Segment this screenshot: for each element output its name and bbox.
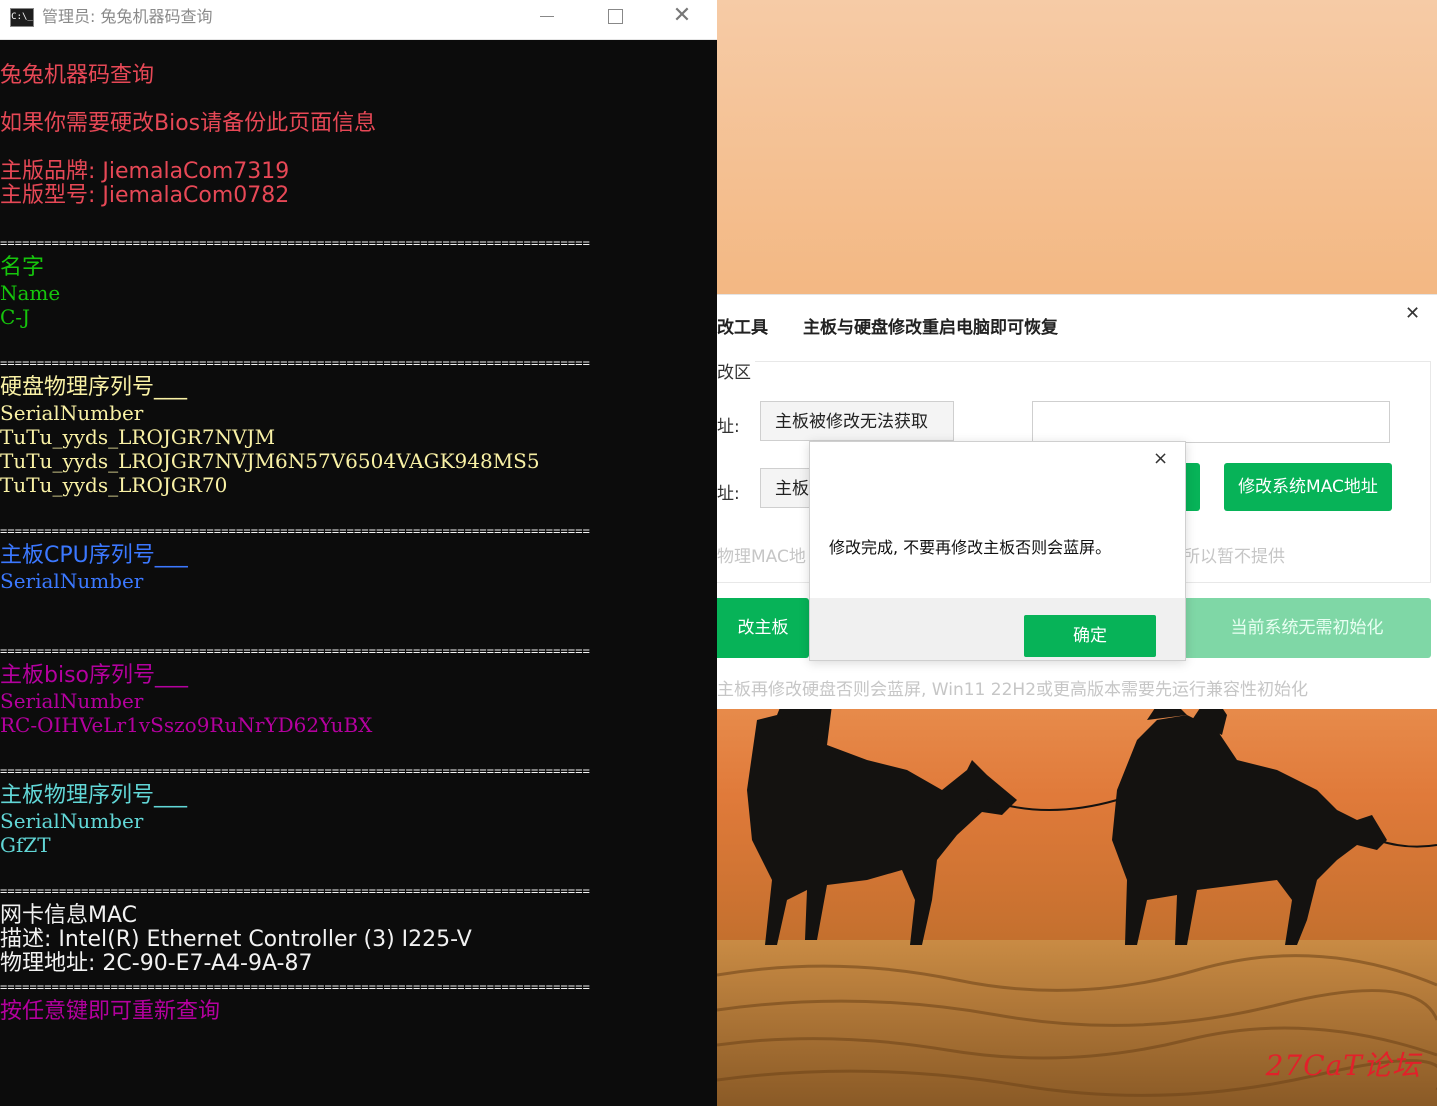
console-line: 主板物理序列号___ <box>0 783 188 808</box>
faint-text-left: 物理MAC地 <box>717 547 806 567</box>
console-window: C:\_ 管理员: 兔兔机器码查询 ✕ 兔兔机器码查询 如果你需要硬改Bios请… <box>0 0 717 1106</box>
console-line: SerialNumber <box>0 569 144 593</box>
console-line: TuTu_yyds_LROJGR7NVJM6N57V6504VAGK948MS5 <box>0 449 540 473</box>
init-button[interactable]: 当前系统无需初始化 <box>1183 598 1431 658</box>
console-line: 网卡信息MAC <box>0 903 138 928</box>
console-line: 主版品牌: JiemalaCom7319 <box>0 159 290 184</box>
ok-button[interactable]: 确定 <box>1024 615 1156 657</box>
console-icon: C:\_ <box>10 8 34 27</box>
dialog-message: 修改完成, 不要再修改主板否则会蓝屏。 <box>829 538 1112 557</box>
window-title: 管理员: 兔兔机器码查询 <box>42 7 213 26</box>
console-line: 硬盘物理序列号___ <box>0 375 188 400</box>
console-line: 物理地址: 2C-90-E7-A4-9A-87 <box>0 951 313 976</box>
console-line: 如果你需要硬改Bios请备份此页面信息 <box>0 111 377 136</box>
separator: ========================================… <box>0 236 590 250</box>
field-label-2: 址: <box>717 484 740 504</box>
faint-text-right: 所以暂不提供 <box>1183 547 1285 567</box>
tool-title: 改工具 <box>717 318 768 338</box>
separator: ========================================… <box>0 980 590 994</box>
close-icon: ✕ <box>672 3 692 28</box>
watermark-logo: 27CaT论坛 <box>1265 1049 1421 1082</box>
close-icon[interactable]: × <box>1153 448 1168 469</box>
console-line: RC-OIHVeLr1vSszo9RuNrYD62YuBX <box>0 713 373 737</box>
console-line: TuTu_yyds_LROJGR70 <box>0 473 228 497</box>
warning-text: 主板再修改硬盘否则会蓝屏, Win11 22H2或更高版本需要先运行兼容性初始化 <box>717 680 1309 700</box>
window-titlebar[interactable]: C:\_ 管理员: 兔兔机器码查询 ✕ <box>0 0 717 40</box>
console-line: 按任意键即可重新查询 <box>0 999 221 1024</box>
console-line: Name <box>0 281 61 305</box>
separator: ========================================… <box>0 884 590 898</box>
console-line: GfZT <box>0 833 51 857</box>
console-line: C-J <box>0 305 31 329</box>
message-dialog: × 修改完成, 不要再修改主板否则会蓝屏。 确定 <box>809 441 1186 661</box>
modify-mac-button[interactable]: 修改系统MAC地址 <box>1224 463 1392 511</box>
dialog-footer: 确定 <box>810 598 1185 660</box>
console-line: 主板CPU序列号___ <box>0 543 188 568</box>
console-line: 主板biso序列号___ <box>0 663 188 688</box>
console-line: 描述: Intel(R) Ethernet Controller (3) I22… <box>0 927 472 952</box>
separator: ========================================… <box>0 524 590 538</box>
console-line: 主版型号: JiemalaCom0782 <box>0 183 290 208</box>
close-button[interactable]: ✕ <box>648 0 716 32</box>
field-label-1: 址: <box>717 417 740 437</box>
separator: ========================================… <box>0 764 590 778</box>
console-line: SerialNumber <box>0 401 144 425</box>
separator: ========================================… <box>0 356 590 370</box>
close-icon[interactable]: ✕ <box>1405 303 1420 324</box>
console-line: SerialNumber <box>0 689 144 713</box>
separator: ========================================… <box>0 644 590 658</box>
minimize-button[interactable] <box>512 0 580 32</box>
mac-input[interactable] <box>1032 401 1390 443</box>
console-line: 名字 <box>0 255 45 280</box>
console-line: SerialNumber <box>0 809 144 833</box>
tool-subtitle: 主板与硬盘修改重启电脑即可恢复 <box>803 318 1058 338</box>
group-label: 改区 <box>717 358 755 383</box>
modify-board-button[interactable]: 改主板 <box>717 598 809 658</box>
maximize-button[interactable] <box>580 0 648 32</box>
console-line: TuTu_yyds_LROJGR7NVJM <box>0 425 276 449</box>
board-serial-field[interactable]: 主板被修改无法获取 <box>760 401 954 441</box>
console-line: 兔兔机器码查询 <box>0 63 155 88</box>
